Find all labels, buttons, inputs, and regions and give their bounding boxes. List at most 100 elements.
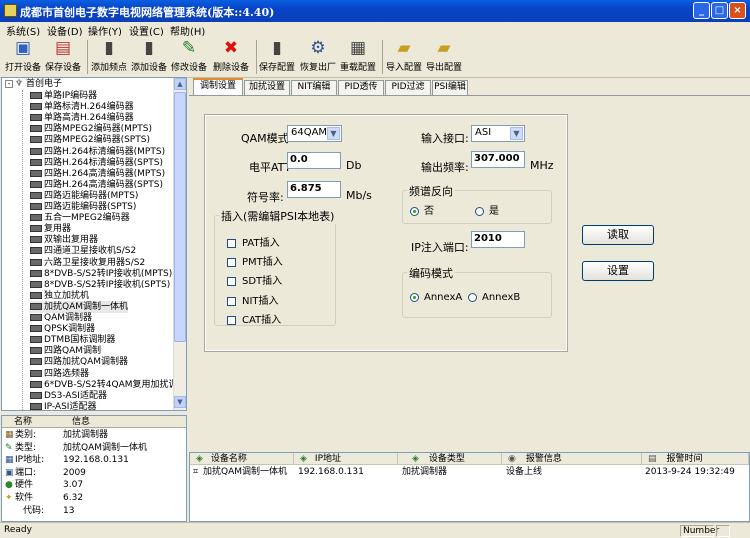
add-frequency-icon: ▮: [104, 38, 114, 58]
row-alarm: 设备上线: [506, 467, 543, 477]
device-icon: [30, 247, 42, 255]
column-device-type[interactable]: ◈ 设备类型: [398, 453, 502, 465]
spectrum-no-radio[interactable]: 否: [410, 202, 434, 217]
sdt-insert-checkbox[interactable]: SDT插入: [227, 272, 282, 287]
scroll-thumb[interactable]: [174, 92, 186, 342]
tab-nit-edit[interactable]: NIT编辑: [291, 80, 337, 95]
input-port-label: 输入接口:: [421, 132, 469, 145]
insert-group: 插入(需编辑PSI本地表): [214, 208, 337, 326]
device-icon: [30, 314, 42, 321]
factory-reset-button[interactable]: ⚙ 恢复出厂: [299, 38, 337, 76]
scroll-down-arrow[interactable]: ▼: [174, 396, 186, 408]
dropdown-arrow-icon[interactable]: ▼: [510, 127, 523, 140]
alarm-header-icon: ◉: [508, 454, 516, 464]
column-ip-address[interactable]: ◈ IP地址: [294, 453, 398, 465]
hardware-icon: ●: [5, 480, 13, 491]
pmt-insert-checkbox[interactable]: PMT插入: [227, 253, 283, 268]
reload-config-button[interactable]: ▦ 重载配置: [339, 38, 377, 76]
delete-device-icon: ✖: [223, 38, 239, 58]
software-icon: ✦: [5, 493, 13, 503]
spectrum-yes-radio[interactable]: 是: [475, 202, 499, 217]
output-freq-input[interactable]: 307.000: [471, 151, 525, 168]
nit-insert-checkbox[interactable]: NIT插入: [227, 292, 279, 307]
output-freq-label: 输出频率:: [421, 161, 469, 174]
column-alarm-info[interactable]: ◉ 报警信息: [502, 453, 642, 465]
import-config-button[interactable]: ▰ 导入配置: [385, 38, 423, 76]
annexa-radio[interactable]: AnnexA: [410, 292, 462, 303]
ip-icon: ▦: [5, 455, 14, 466]
set-button[interactable]: 设置: [582, 261, 654, 281]
save-config-button[interactable]: ▮ 保存配置: [258, 38, 296, 76]
device-icon: [30, 203, 42, 210]
tab-psi-edit[interactable]: PSI编辑: [432, 80, 468, 95]
level-unit: Db: [346, 159, 362, 172]
qam-mode-select[interactable]: 64QAM ▼: [287, 125, 342, 142]
device-icon: [30, 291, 42, 299]
device-icon: [30, 380, 42, 388]
device-icon: [30, 169, 42, 177]
device-icon: [30, 280, 42, 288]
info-row: ✎ 类型: 加扰QAM调制一体机: [5, 442, 148, 453]
collapse-icon[interactable]: -: [5, 80, 13, 88]
annexb-radio[interactable]: AnnexB: [468, 292, 520, 303]
symbol-rate-unit: Mb/s: [346, 189, 372, 202]
column-device-name[interactable]: ◈ 设备名称: [190, 453, 294, 465]
time-header-icon: ▤: [648, 454, 657, 464]
save-device-button[interactable]: ▤ 保存设备: [44, 38, 82, 76]
export-config-button[interactable]: ▰ 导出配置: [425, 38, 463, 76]
open-device-icon: ▣: [14, 38, 32, 58]
network-icon: ♆: [15, 79, 24, 89]
device-icon: [30, 214, 42, 222]
info-row: ▦IP地址: 192.168.0.131: [5, 455, 129, 466]
device-icon: [30, 225, 42, 233]
encode-mode-title: 编码模式: [407, 265, 455, 281]
export-config-icon: ▰: [437, 38, 451, 58]
input-port-select[interactable]: ASI ▼: [471, 125, 525, 142]
add-device-button[interactable]: ▮ 添加设备: [130, 38, 168, 76]
category-icon: ▦: [5, 430, 14, 440]
type-icon: ✎: [5, 442, 13, 453]
title-bar[interactable]: 成都市首创电子数字电视网络管理系统(版本::4.40) _ □ ×: [0, 0, 750, 22]
level-att-input[interactable]: 0.0: [287, 152, 341, 169]
tab-modulation[interactable]: 调制设置: [193, 78, 243, 96]
pat-insert-checkbox[interactable]: PAT插入: [227, 234, 280, 249]
scroll-up-arrow[interactable]: ▲: [174, 78, 186, 90]
insert-group-title: 插入(需编辑PSI本地表): [219, 208, 337, 224]
tab-pid-filter[interactable]: PID过滤: [385, 80, 431, 95]
device-icon: [30, 391, 42, 399]
read-button[interactable]: 读取: [582, 225, 654, 245]
minimize-button[interactable]: _: [693, 2, 710, 19]
device-icon: [30, 269, 42, 277]
open-device-button[interactable]: ▣ 打开设备: [4, 38, 42, 76]
info-row: ▦类别: 加扰调制器: [5, 430, 109, 440]
tab-scrambling[interactable]: 加扰设置: [244, 80, 290, 95]
symbol-rate-label: 符号率:: [247, 191, 284, 204]
close-button[interactable]: ×: [729, 2, 746, 19]
edit-device-icon: ✎: [181, 38, 197, 58]
delete-device-button[interactable]: ✖ 删除设备: [210, 38, 252, 76]
maximize-button[interactable]: □: [711, 2, 728, 19]
status-bar: Ready Number: [0, 522, 750, 538]
symbol-rate-input[interactable]: 6.875: [287, 181, 341, 198]
device-icon: [30, 358, 42, 366]
cat-insert-checkbox[interactable]: CAT插入: [227, 311, 281, 326]
device-icon: [30, 302, 42, 310]
add-frequency-button[interactable]: ▮ 添加频点: [90, 38, 128, 76]
tree-scrollbar[interactable]: ▲ ▼: [173, 78, 186, 410]
tab-pid-passthrough[interactable]: PID透传: [338, 80, 384, 95]
ip-port-input[interactable]: 2010: [471, 231, 525, 248]
edit-device-button[interactable]: ✎ 修改设备: [170, 38, 208, 76]
dropdown-arrow-icon[interactable]: ▼: [327, 127, 340, 140]
device-alarm-list[interactable]: ◈ 设备名称 ◈ IP地址 ◈ 设备类型 ◉ 报警信息 ▤ 报警时间 ⌗ 加扰QAM调制一…: [189, 452, 750, 522]
tree-root[interactable]: - ♆ 首创电子: [5, 78, 62, 90]
import-config-icon: ▰: [397, 38, 411, 58]
output-freq-unit: MHz: [530, 159, 554, 172]
device-tree[interactable]: - ♆ 首创电子 单路IP编码器 单路标清H.264编码器 单路高清H.264编码器四…: [1, 77, 187, 411]
tree-item[interactable]: IP-ASI适配器: [30, 401, 96, 410]
status-text: Ready: [4, 525, 32, 535]
window-title: 成都市首创电子数字电视网络管理系统(版本::4.40): [20, 6, 275, 19]
device-icon: [30, 103, 42, 111]
device-icon: [30, 125, 42, 133]
column-alarm-time[interactable]: ▤ 报警时间: [642, 453, 749, 465]
device-icon: [30, 136, 42, 144]
